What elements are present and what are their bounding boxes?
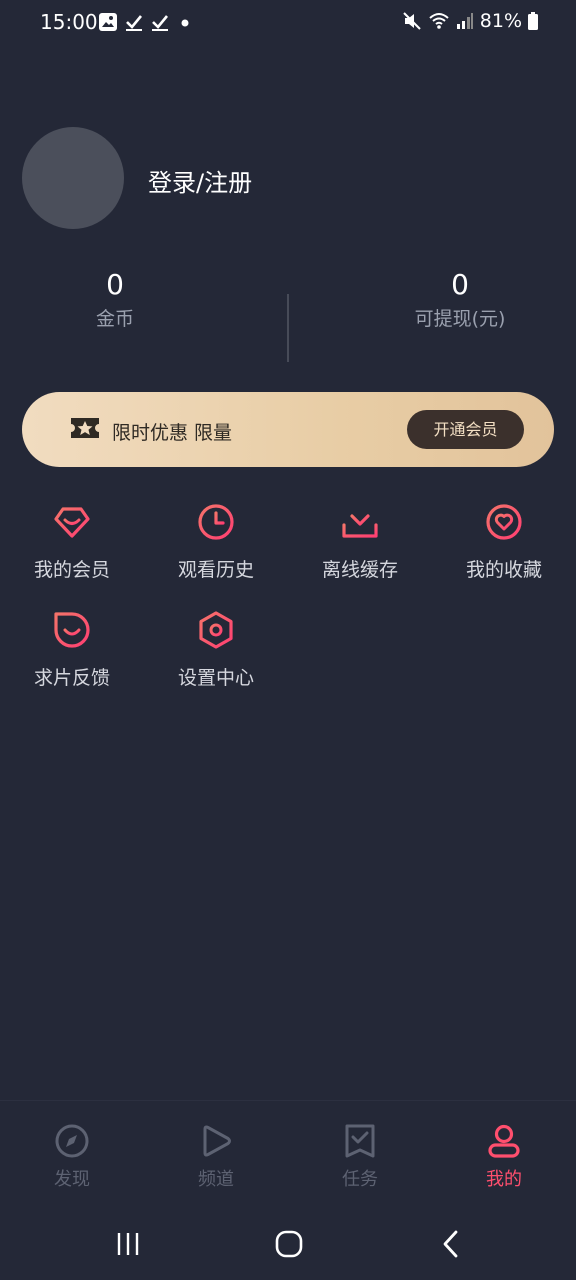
recent-apps-icon[interactable]	[114, 1230, 142, 1258]
system-nav-bar	[0, 1210, 576, 1280]
vip-promo-text: 限时优惠 限量	[112, 422, 233, 444]
nav-tasks-label: 任务	[342, 1169, 378, 1190]
task-check-icon	[345, 1124, 375, 1158]
diamond-icon	[54, 507, 90, 538]
feature-my-vip[interactable]: 我的会员	[0, 503, 144, 582]
battery-icon	[528, 12, 538, 30]
feature-favorites[interactable]: 我的收藏	[432, 503, 576, 582]
feature-history-label: 观看历史	[177, 559, 254, 581]
feature-favorites-label: 我的收藏	[465, 559, 542, 581]
vip-promo-banner[interactable]: 限时优惠 限量 开通会员	[22, 392, 554, 467]
nav-channel[interactable]: 频道	[144, 1123, 288, 1191]
login-register-link[interactable]: 登录/注册	[148, 163, 252, 198]
battery-percent: 81%	[479, 10, 522, 32]
wifi-icon	[429, 13, 449, 29]
coins-value: 0	[106, 268, 124, 301]
home-icon[interactable]	[274, 1229, 304, 1259]
back-icon[interactable]	[438, 1229, 464, 1259]
bottom-nav: 发现 频道 任务 我的	[0, 1100, 576, 1211]
user-icon	[488, 1124, 520, 1158]
settings-hexagon-icon	[199, 611, 233, 649]
image-icon	[99, 13, 117, 31]
ticket-star-icon	[71, 418, 99, 438]
heart-circle-icon	[486, 504, 522, 540]
feature-feedback-label: 求片反馈	[33, 667, 110, 689]
feature-settings[interactable]: 设置中心	[144, 611, 288, 690]
dot-icon	[181, 19, 189, 27]
nav-discover-label: 发现	[54, 1169, 90, 1190]
feature-settings-label: 设置中心	[177, 667, 254, 689]
nav-channel-label: 频道	[198, 1169, 234, 1190]
avatar[interactable]	[22, 127, 124, 229]
coins-label: 金币	[95, 308, 134, 330]
stats-divider	[287, 294, 289, 362]
feature-offline-cache[interactable]: 离线缓存	[288, 503, 432, 582]
play-icon	[203, 1125, 231, 1157]
nav-tasks[interactable]: 任务	[288, 1123, 432, 1191]
open-vip-button[interactable]: 开通会员	[407, 410, 524, 449]
clock-icon	[198, 504, 234, 540]
feature-offline-cache-label: 离线缓存	[321, 559, 398, 581]
download-icon	[342, 504, 378, 538]
check-icon	[152, 15, 169, 31]
withdraw-stat[interactable]: 0 可提现(元)	[360, 268, 560, 331]
withdraw-label: 可提现(元)	[414, 308, 506, 330]
nav-mine-label: 我的	[486, 1169, 522, 1190]
check-icon	[126, 15, 143, 31]
smile-bubble-icon	[54, 612, 90, 648]
signal-icon	[456, 13, 473, 29]
feature-my-vip-label: 我的会员	[33, 559, 110, 581]
status-time: 15:00	[40, 10, 98, 34]
coins-stat[interactable]: 0 金币	[15, 268, 215, 331]
compass-icon	[55, 1124, 89, 1158]
status-bar: 15:00 81%	[0, 0, 576, 48]
feature-feedback[interactable]: 求片反馈	[0, 611, 144, 690]
nav-discover[interactable]: 发现	[0, 1123, 144, 1191]
feature-history[interactable]: 观看历史	[144, 503, 288, 582]
withdraw-value: 0	[451, 268, 469, 301]
mute-icon	[403, 12, 421, 30]
nav-mine[interactable]: 我的	[432, 1123, 576, 1191]
